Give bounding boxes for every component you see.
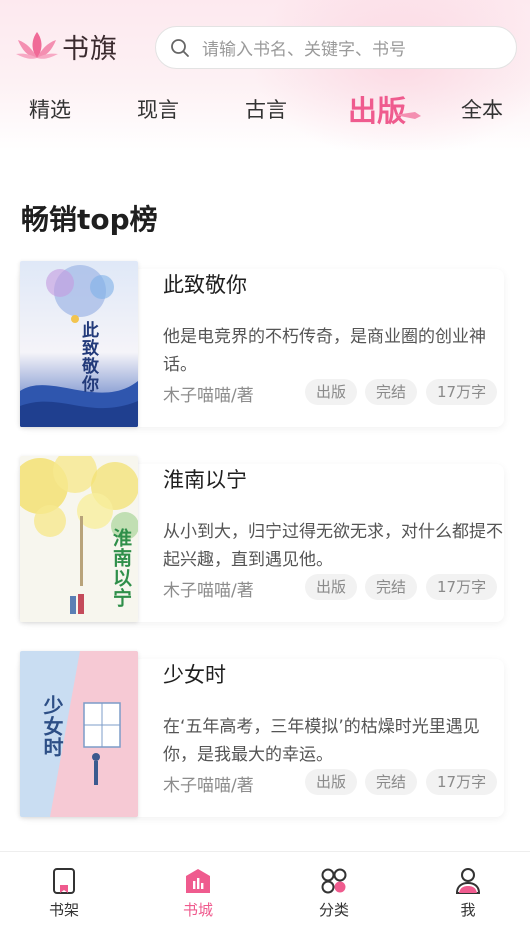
book-tag: 完结 [365,574,418,600]
book-cover[interactable]: 淮南以宁 [20,456,138,622]
bottom-navigation: 书架 书城 分类 我 [0,851,530,925]
book-tag: 17万字 [426,574,498,600]
tab-featured[interactable]: 精选 [29,94,71,124]
header: 书旗 请输入书名、关键字、书号 精选 现言 古言 出版 全本 [0,0,530,150]
nav-bookstore[interactable]: 书城 [158,866,238,920]
tab-published[interactable]: 出版 [348,88,406,130]
app-logo[interactable]: 书旗 [14,26,144,66]
book-item[interactable]: 少女时 少女时 在‘五年高考，三年模拟’的枯燥时光里遇见你，是我最大的幸运。 木… [20,651,504,817]
nav-label: 书城 [182,901,213,919]
tab-ancient-romance[interactable]: 古言 [245,94,287,124]
book-title[interactable]: 少女时 [163,659,226,689]
book-author: 木子喵喵/著 [163,386,254,406]
book-title[interactable]: 此致敬你 [163,269,247,299]
book-tag: 出版 [305,379,358,405]
book-description: 在‘五年高考，三年模拟’的枯燥时光里遇见你，是我最大的幸运。 [163,717,480,765]
book-title[interactable]: 淮南以宁 [163,464,247,494]
search-bar[interactable]: 请输入书名、关键字、书号 [155,26,517,69]
book-tag: 17万字 [426,379,498,405]
active-tab-indicator [395,112,421,119]
book-tag: 出版 [305,769,358,795]
category-tabs: 精选 现言 古言 出版 全本 [0,88,530,132]
book-tag: 完结 [365,769,418,795]
book-cover[interactable]: 少女时 [20,651,138,817]
book-author: 木子喵喵/著 [163,776,254,796]
book-item[interactable]: 淮南以宁 淮南以宁 从小到大，归宁过得无欲无求，对什么都提不起兴趣，直到遇见他。… [20,456,504,622]
book-item[interactable]: 此致敬你 此致敬你 他是电竞界的不朽传奇，是商业圈的创业神话。 木子喵喵/著 出… [20,261,504,427]
nav-label: 分类 [318,901,349,919]
bookstore-icon [186,869,210,893]
nav-label: 我 [460,901,476,919]
nav-bookshelf[interactable]: 书架 [24,866,104,920]
nav-label: 书架 [48,901,79,919]
tab-modern-romance[interactable]: 现言 [137,94,179,124]
lotus-logo-icon [16,32,58,59]
category-icon [321,868,347,894]
nav-category[interactable]: 分类 [294,866,374,920]
book-tag: 出版 [305,574,358,600]
search-icon [171,38,189,57]
book-tag: 完结 [365,379,418,405]
profile-icon [455,868,481,894]
search-input[interactable]: 请输入书名、关键字、书号 [202,35,406,60]
book-cover-title: 少女时 [40,695,64,758]
section-title: 畅销top榜 [21,203,158,236]
book-cover-title: 此致敬你 [78,321,98,393]
book-description: 从小到大，归宁过得无欲无求，对什么都提不起兴趣，直到遇见他。 [163,522,503,570]
bookshelf-icon [53,868,75,894]
book-cover[interactable]: 此致敬你 [20,261,138,427]
tab-completed[interactable]: 全本 [461,94,503,124]
book-author: 木子喵喵/著 [163,581,254,601]
book-description: 他是电竞界的不朽传奇，是商业圈的创业神话。 [163,327,486,375]
book-tag: 17万字 [426,769,498,795]
app-logo-text: 书旗 [62,33,118,65]
nav-profile[interactable]: 我 [428,866,508,920]
book-cover-title: 淮南以宁 [110,528,132,608]
